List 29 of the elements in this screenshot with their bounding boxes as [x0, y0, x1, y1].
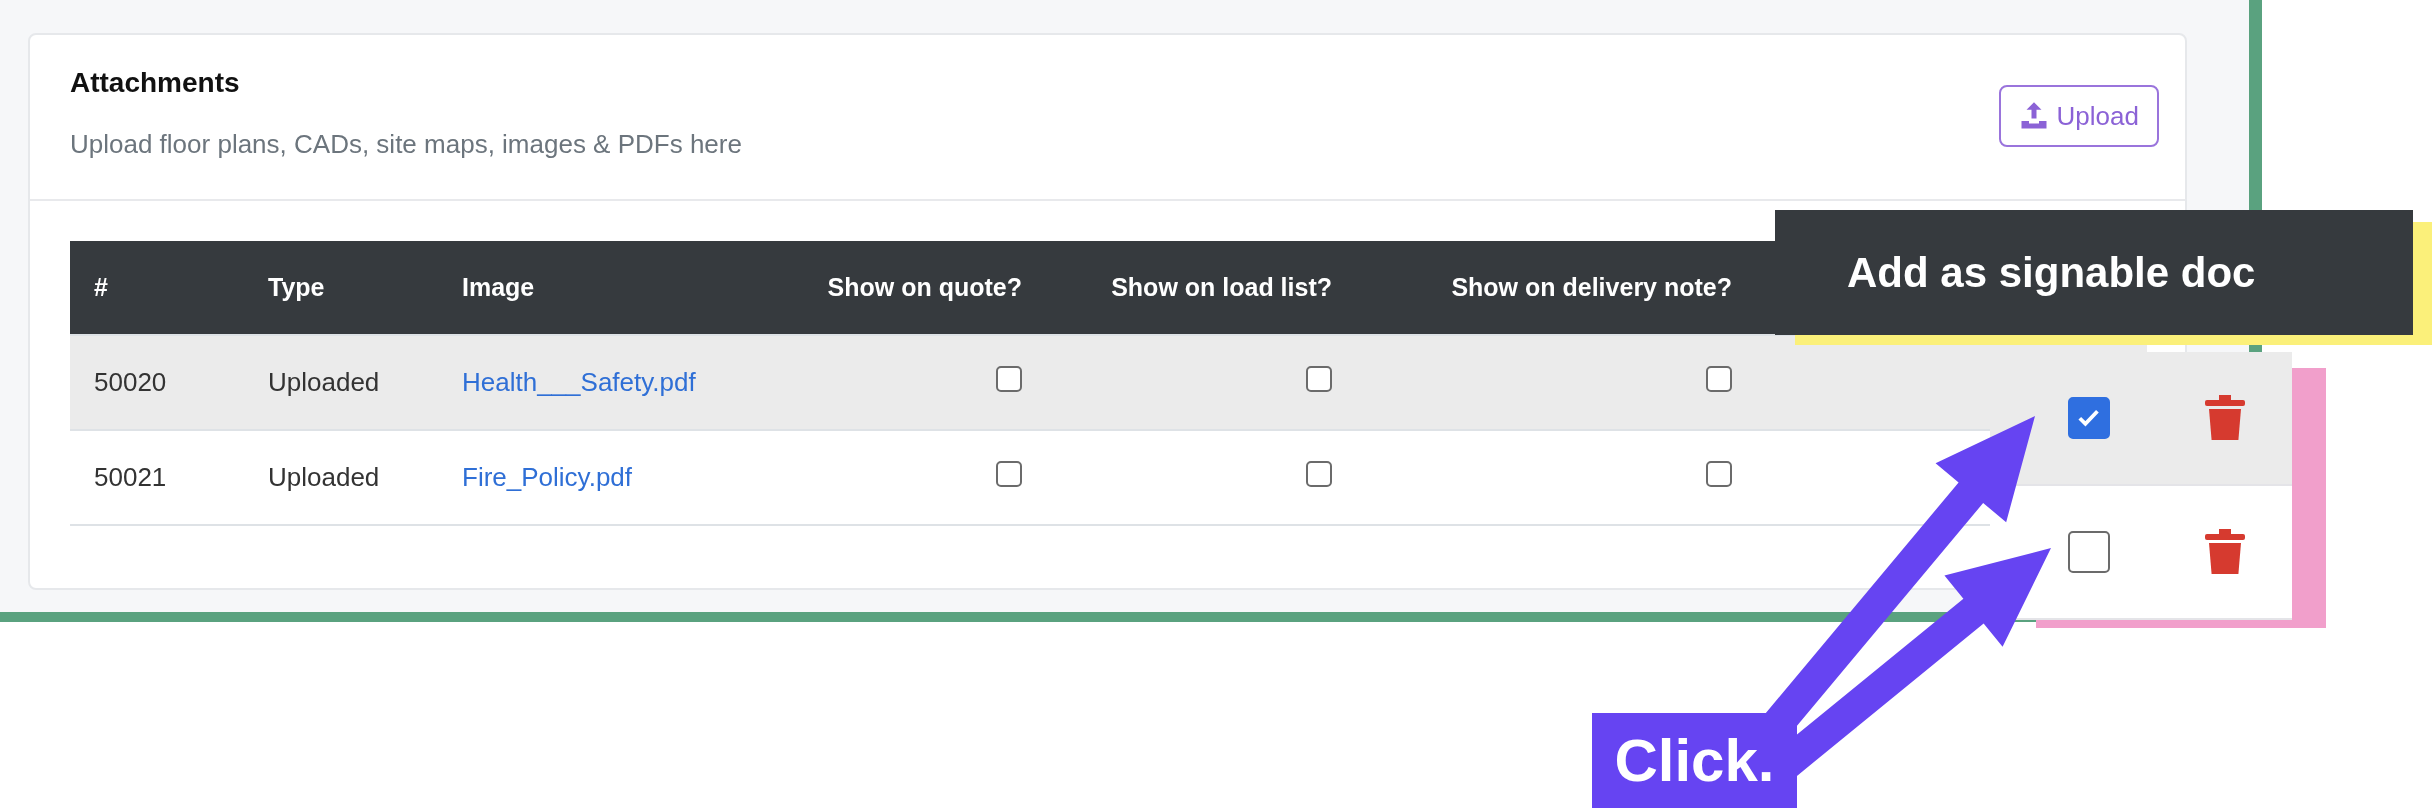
column-header: Show on load list?: [1110, 273, 1333, 302]
checkbox[interactable]: [1306, 460, 1332, 487]
file-link[interactable]: Fire_Policy.pdf: [438, 462, 798, 493]
checkbox[interactable]: [2067, 531, 2110, 573]
callout-label: Click.: [1592, 713, 1797, 808]
table-cell-text: 50021: [93, 462, 168, 493]
delete-button[interactable]: [2204, 528, 2245, 576]
delete-button[interactable]: [2204, 394, 2245, 442]
checkbox[interactable]: [996, 365, 1022, 392]
annotation-banner: Add as signable doc: [1775, 210, 2413, 335]
checkbox[interactable]: [2067, 397, 2110, 439]
trash-icon: [2204, 394, 2245, 442]
upload-button[interactable]: Upload: [1998, 85, 2159, 147]
checkbox[interactable]: [996, 460, 1022, 487]
column-header: Show on quote?: [826, 273, 1023, 302]
trash-icon: [2204, 528, 2245, 576]
table-cell-text: Uploaded: [267, 367, 381, 398]
checkbox[interactable]: [1306, 365, 1332, 392]
card-title: Attachments: [70, 66, 241, 99]
column-header: Show on delivery note?: [1450, 273, 1733, 302]
table-cell-text: Uploaded: [267, 462, 381, 493]
file-link[interactable]: Health___Safety.pdf: [438, 367, 798, 398]
card-subtitle: Upload floor plans, CADs, site maps, images & PDFs here: [70, 128, 742, 160]
column-header: Image: [461, 273, 536, 302]
checkbox[interactable]: [1706, 460, 1732, 487]
column-header: #: [93, 273, 109, 302]
table-cell-text: 50020: [93, 367, 168, 398]
column-header: Type: [267, 273, 326, 302]
checkbox[interactable]: [1706, 365, 1732, 392]
